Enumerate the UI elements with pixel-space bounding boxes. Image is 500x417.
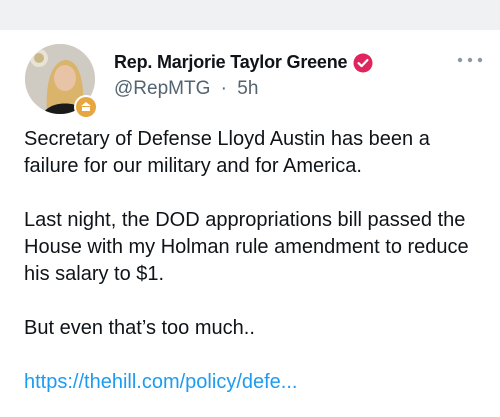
post-timestamp[interactable]: 5h xyxy=(237,78,258,99)
top-separator-band xyxy=(0,0,500,30)
meta-separator: · xyxy=(220,78,227,99)
verified-badge-icon xyxy=(353,53,373,73)
affiliation-badge xyxy=(74,95,98,119)
post-paragraph: Last night, the DOD appropriations bill … xyxy=(24,209,469,285)
post-card[interactable]: Rep. Marjorie Taylor Greene @RepMTG · 5h… xyxy=(0,30,500,417)
post-paragraph: But even that’s too much.. xyxy=(24,317,255,339)
author-display-name[interactable]: Rep. Marjorie Taylor Greene xyxy=(114,52,348,73)
author-name-row[interactable]: Rep. Marjorie Taylor Greene xyxy=(114,52,373,73)
author-handle[interactable]: @RepMTG xyxy=(114,78,210,99)
post-paragraph: Secretary of Defense Lloyd Austin has be… xyxy=(24,128,430,177)
author-handle-row: @RepMTG · 5h xyxy=(114,78,258,100)
post-link[interactable]: https://thehill.com/policy/defe... xyxy=(24,371,297,393)
post-link-paragraph: https://thehill.com/policy/defe... xyxy=(24,369,480,396)
more-options-icon[interactable] xyxy=(452,50,488,70)
post-body: Secretary of Defense Lloyd Austin has be… xyxy=(24,126,480,396)
government-affiliation-icon xyxy=(76,97,96,117)
